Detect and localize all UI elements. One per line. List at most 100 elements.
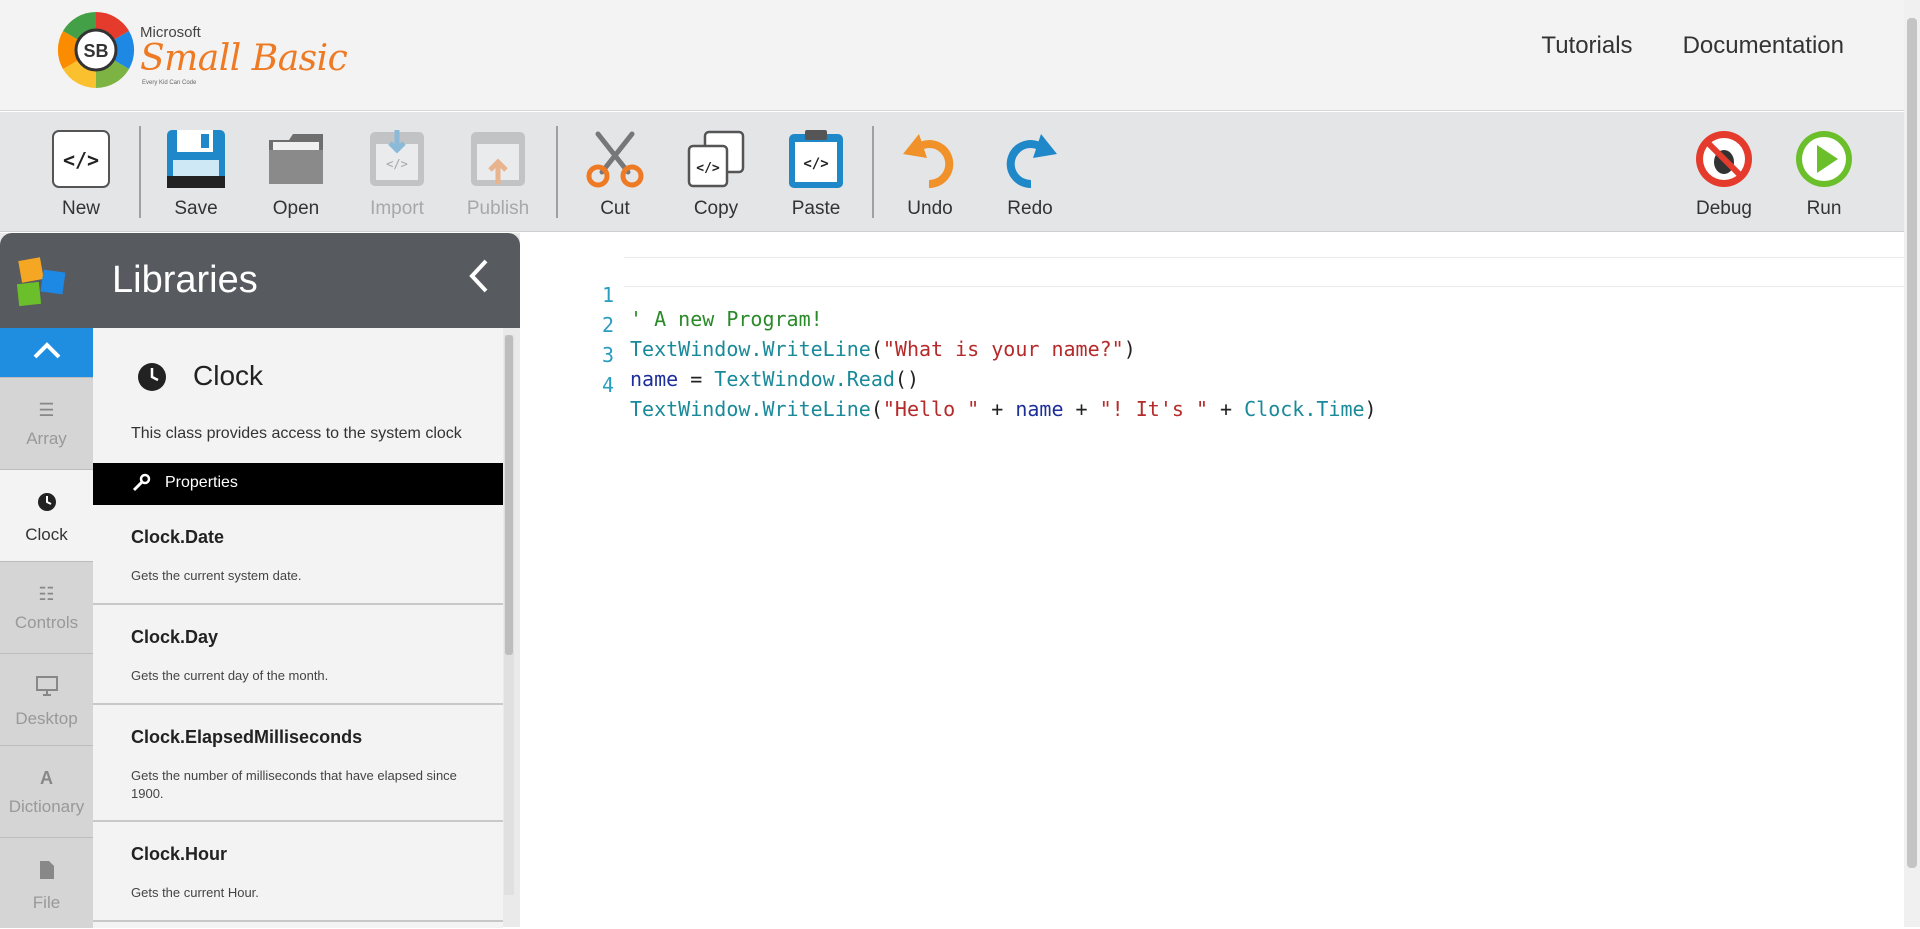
category-label: Controls <box>14 613 79 632</box>
code-object: Clock.Time <box>1244 397 1365 421</box>
toolbar: </> New Save Open </> Import Publish Cut… <box>0 112 1904 232</box>
redo-label: Redo <box>1007 198 1053 219</box>
current-line-highlight <box>624 257 1904 287</box>
clock-icon <box>0 492 93 517</box>
property-description: Gets the current day of the month. <box>131 668 329 683</box>
debug-bug-icon <box>1696 131 1752 187</box>
category-label: Array <box>26 429 67 448</box>
undo-button[interactable]: Undo <box>885 128 975 226</box>
code-object: TextWindow.WriteLine <box>630 337 871 361</box>
top-nav: Tutorials Documentation <box>1541 32 1844 60</box>
code-object: TextWindow.WriteLine <box>630 397 871 421</box>
code-variable: name <box>630 367 679 391</box>
window-scrollbar-thumb[interactable] <box>1907 18 1917 868</box>
line-number: 1 <box>601 283 614 307</box>
code-text: TextWindow.WriteLine("Hello " + name + "… <box>630 397 1377 421</box>
paste-button[interactable]: </> Paste <box>771 128 861 226</box>
code-punct: ) <box>1123 337 1136 361</box>
category-label: Clock <box>25 525 68 544</box>
property-description: Gets the current system date. <box>131 568 302 583</box>
code-comment: ' A new Program! <box>630 307 823 331</box>
property-item[interactable]: Clock.Day Gets the current day of the mo… <box>93 605 503 705</box>
code-string: "Hello " <box>882 397 980 421</box>
chevron-up-icon <box>33 342 60 359</box>
code-variable: name <box>1015 397 1064 421</box>
publish-button[interactable]: Publish <box>453 128 543 226</box>
category-label: Dictionary <box>8 797 85 816</box>
category-clock[interactable]: Clock <box>0 469 93 561</box>
new-code-icon: </> <box>52 130 110 188</box>
detail-scrollbar[interactable] <box>504 335 514 895</box>
detail-scrollbar-thumb[interactable] <box>505 335 513 655</box>
undo-icon <box>903 134 954 189</box>
debug-button[interactable]: Debug <box>1679 128 1769 226</box>
publish-icon <box>471 132 525 186</box>
save-button[interactable]: Save <box>151 128 241 226</box>
save-label: Save <box>174 198 218 219</box>
code-object: TextWindow.Read <box>714 367 895 391</box>
line-number: 4 <box>601 373 614 397</box>
cut-label: Cut <box>600 198 630 219</box>
wrench-icon <box>131 473 151 498</box>
code-string: "What is your name?" <box>882 337 1124 361</box>
scroll-up-button[interactable] <box>0 328 93 377</box>
property-description: Gets the number of milliseconds that hav… <box>131 768 457 801</box>
small-basic-logo[interactable]: SB Microsoft Small Basic Every Kid Can C… <box>56 8 348 92</box>
controls-icon: ☷ <box>38 584 55 604</box>
libraries-header: Libraries <box>0 233 520 328</box>
clipboard-icon: </> <box>789 130 843 188</box>
redo-button[interactable]: Redo <box>985 128 1075 226</box>
letter-a-icon: A <box>40 768 53 788</box>
property-name: Clock.Day <box>131 627 219 647</box>
code-operator: + <box>1208 397 1245 421</box>
svg-text:</>: </> <box>63 148 99 172</box>
property-description: Gets the current Hour. <box>131 885 259 900</box>
category-label: File <box>32 893 61 912</box>
class-description: This class provides access to the system… <box>131 425 462 442</box>
properties-label: Properties <box>165 474 238 491</box>
category-desktop[interactable]: Desktop <box>0 653 93 745</box>
property-item[interactable]: Clock.ElapsedMilliseconds Gets the numbe… <box>93 705 503 822</box>
svg-text:SB: SB <box>83 41 108 61</box>
category-controls[interactable]: ☷ Controls <box>0 561 93 653</box>
debug-label: Debug <box>1696 198 1752 219</box>
file-icon <box>0 860 93 885</box>
cut-button[interactable]: Cut <box>570 128 660 226</box>
class-detail: Clock This class provides access to the … <box>93 328 503 928</box>
property-item[interactable]: Clock.Hour Gets the current Hour. <box>93 822 503 922</box>
category-dictionary[interactable]: A Dictionary <box>0 745 93 837</box>
undo-label: Undo <box>907 198 953 219</box>
logo-tagline: Every Kid Can Code <box>142 80 197 86</box>
property-name: Clock.Date <box>131 527 225 547</box>
code-editor[interactable]: 1 ' A new Program! 2 TextWindow.WriteLin… <box>520 233 1904 927</box>
svg-text:</>: </> <box>696 161 720 176</box>
code-string: "! It's " <box>1099 397 1208 421</box>
category-array[interactable]: ☰ Array <box>0 377 93 469</box>
open-button[interactable]: Open <box>251 128 341 226</box>
window-scrollbar[interactable] <box>1904 0 1920 927</box>
line-number: 3 <box>601 343 614 367</box>
property-name: Clock.Hour <box>131 844 228 864</box>
small-basic-logo-icon: SB <box>57 11 135 89</box>
copy-button[interactable]: </> Copy <box>671 128 761 226</box>
category-file[interactable]: File <box>0 837 93 929</box>
properties-section-header[interactable]: Properties <box>93 463 503 505</box>
category-label: Desktop <box>15 709 78 728</box>
scissors-icon <box>586 131 644 188</box>
code-operator: + <box>979 397 1016 421</box>
run-button[interactable]: Run <box>1779 128 1869 226</box>
open-label: Open <box>272 198 320 219</box>
collapse-chevron-left-icon[interactable] <box>468 257 490 305</box>
play-icon <box>1796 131 1852 187</box>
nav-documentation-link[interactable]: Documentation <box>1683 32 1844 60</box>
nav-tutorials-link[interactable]: Tutorials <box>1541 32 1632 60</box>
publish-label: Publish <box>466 198 530 219</box>
import-button[interactable]: </> Import <box>352 128 442 226</box>
clock-icon <box>138 363 166 391</box>
import-icon: </> <box>370 130 424 186</box>
code-line[interactable]: 4 TextWindow.WriteLine("Hello " + name +… <box>520 349 1377 445</box>
new-button[interactable]: </> New <box>36 128 126 226</box>
property-item[interactable]: Clock.Date Gets the current system date. <box>93 505 503 605</box>
import-label: Import <box>370 198 424 219</box>
code-punct: ) <box>1364 397 1377 421</box>
